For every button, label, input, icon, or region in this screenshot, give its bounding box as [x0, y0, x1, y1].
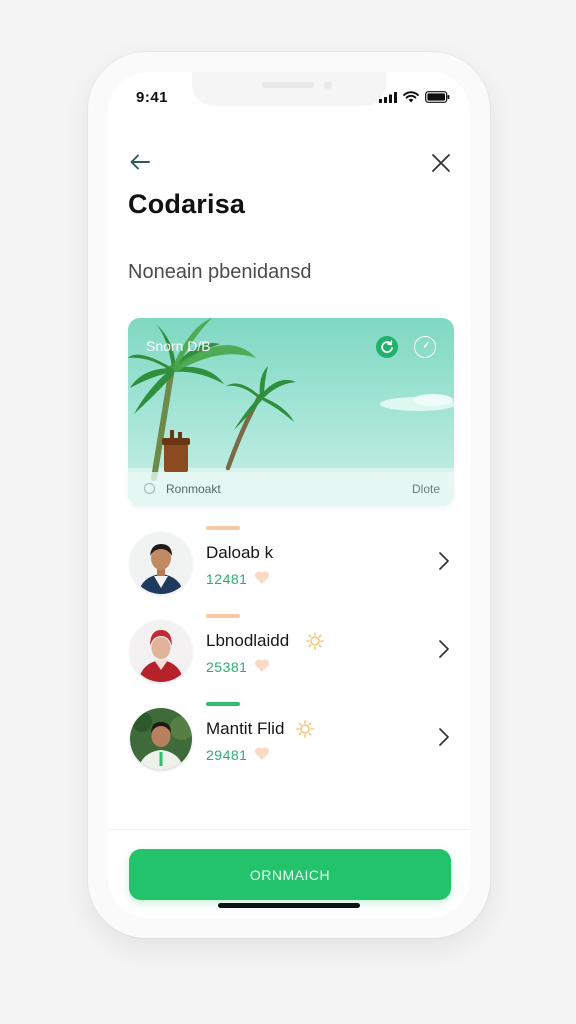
avatar: [130, 532, 192, 594]
sun-icon: [296, 720, 314, 738]
screen: 9:41 Codarisa Noneain pbenidansd Snorn D…: [108, 72, 470, 918]
featured-card[interactable]: Snorn D/B Ronmoakt Dlote: [128, 318, 454, 506]
close-button[interactable]: [430, 152, 452, 174]
contact-number: 12481: [206, 571, 248, 587]
chevron-right-icon: [439, 640, 449, 658]
chevron-right-icon: [439, 728, 449, 746]
item-accent-bar: [206, 614, 240, 618]
arrow-left-icon: [130, 154, 150, 170]
card-footer-radio[interactable]: [144, 483, 155, 494]
card-clock-button[interactable]: [414, 336, 436, 358]
contact-item-1[interactable]: Daloab k 12481: [128, 526, 454, 602]
contact-name: Daloab k: [206, 543, 274, 562]
avatar: [130, 620, 192, 682]
battery-icon: [425, 91, 450, 103]
back-button[interactable]: [128, 150, 152, 174]
phone-frame: 9:41 Codarisa Noneain pbenidansd Snorn D…: [88, 52, 490, 938]
contact-number: 25381: [206, 659, 248, 675]
wifi-icon: [403, 91, 419, 103]
signal-icon: [379, 91, 397, 103]
item-accent-bar: [206, 526, 240, 530]
sun-icon: [306, 632, 324, 650]
card-footer: Ronmoakt Dlote: [128, 472, 454, 506]
card-label: Snorn D/B: [146, 338, 211, 354]
status-icons: [379, 91, 450, 103]
card-footer-date: Dlote: [411, 482, 440, 496]
chevron-right-icon: [439, 552, 449, 570]
primary-action-button[interactable]: ORNMAICH: [129, 849, 451, 900]
close-icon: [432, 154, 450, 172]
contact-number: 29481: [206, 747, 248, 763]
heart-icon[interactable]: [254, 746, 270, 761]
clock-icon: [423, 341, 429, 348]
contact-item-3[interactable]: Mantit Flid 29481: [128, 702, 454, 778]
page-subtitle: Noneain pbenidansd: [128, 261, 312, 283]
heart-icon[interactable]: [254, 570, 270, 585]
divider: [108, 829, 470, 830]
speaker: [262, 82, 314, 88]
card-refresh-button[interactable]: [376, 336, 398, 358]
card-footer-text: Ronmoakt: [166, 482, 221, 496]
notch: [192, 72, 386, 106]
item-accent-bar: [206, 702, 240, 706]
contact-name: Lbnodlaidd: [206, 631, 290, 650]
camera: [324, 81, 332, 89]
contact-item-2[interactable]: Lbnodlaidd 25381: [128, 614, 454, 690]
refresh-icon: [381, 340, 393, 353]
avatar: [130, 708, 192, 770]
home-indicator: [218, 903, 360, 908]
heart-icon[interactable]: [254, 658, 270, 673]
contact-name: Mantit Flid: [206, 719, 285, 738]
page-title: Codarisa: [128, 189, 246, 219]
status-time: 9:41: [136, 89, 169, 106]
